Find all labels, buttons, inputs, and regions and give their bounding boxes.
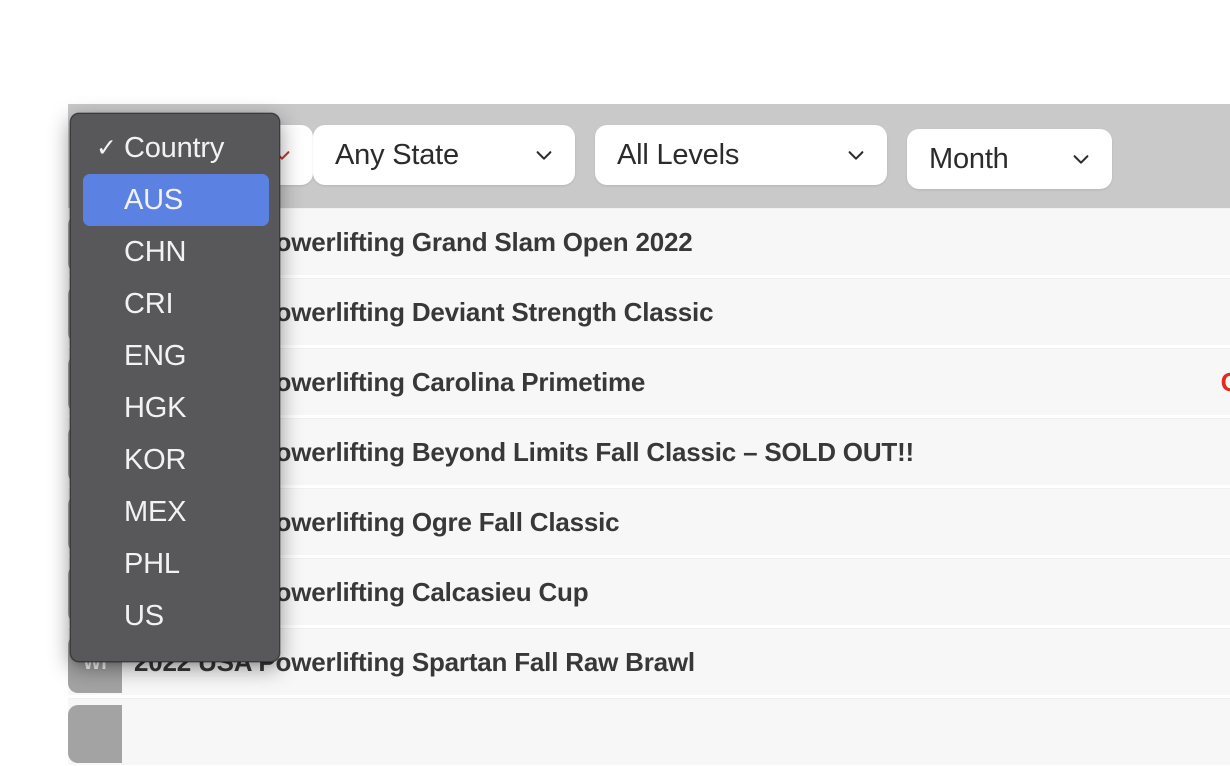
menu-item-label: PHL	[124, 547, 180, 580]
menu-item-mex[interactable]: MEX	[71, 486, 279, 538]
menu-item-kor[interactable]: KOR	[71, 434, 279, 486]
table-row[interactable]	[68, 698, 1230, 766]
menu-item-label: MEX	[124, 495, 187, 528]
menu-item-label: HGK	[124, 391, 187, 424]
level-filter-label: All Levels	[617, 138, 740, 171]
menu-item-label: CHN	[124, 235, 187, 268]
menu-item-label: US	[124, 599, 164, 632]
menu-item-phl[interactable]: PHL	[71, 538, 279, 590]
month-filter-select[interactable]: Month	[907, 129, 1112, 189]
chevron-down-icon	[848, 151, 864, 160]
menu-item-label: AUS	[124, 183, 184, 216]
month-filter-label: Month	[929, 142, 1009, 175]
menu-item-label: Country	[124, 131, 225, 164]
menu-item-label: CRI	[124, 287, 174, 320]
level-filter-select[interactable]: All Levels	[595, 125, 887, 185]
menu-item-label: ENG	[124, 339, 187, 372]
state-badge	[68, 705, 122, 763]
menu-item-label: KOR	[124, 443, 187, 476]
state-filter-select[interactable]: Any State	[313, 125, 575, 185]
menu-item-country[interactable]: ✓ Country	[71, 122, 279, 174]
check-icon: ✓	[96, 133, 117, 162]
menu-item-cri[interactable]: CRI	[71, 278, 279, 330]
country-dropdown-menu[interactable]: ✓ Country AUS CHN CRI ENG HGK KOR MEX PH…	[70, 113, 280, 662]
menu-item-hgk[interactable]: HGK	[71, 382, 279, 434]
menu-item-eng[interactable]: ENG	[71, 330, 279, 382]
chevron-down-icon	[1073, 155, 1089, 164]
menu-item-aus[interactable]: AUS	[83, 174, 269, 226]
menu-item-us[interactable]: US	[71, 590, 279, 642]
chevron-down-icon	[536, 151, 552, 160]
app-root: Country Any State All Levels Month	[0, 0, 1230, 766]
event-date: Oct	[1221, 367, 1230, 398]
menu-item-chn[interactable]: CHN	[71, 226, 279, 278]
state-filter-label: Any State	[335, 138, 459, 171]
